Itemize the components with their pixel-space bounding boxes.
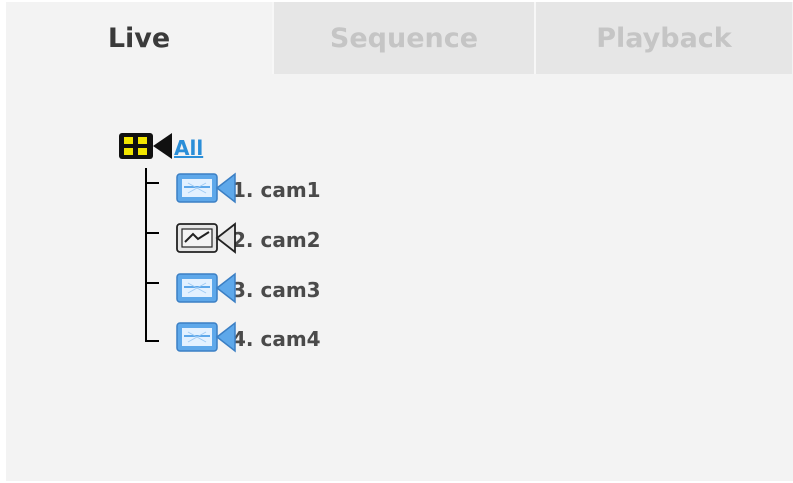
camera-online-icon [176, 271, 236, 309]
tree-vertical-line [145, 168, 147, 341]
camera-item-cam3[interactable]: 3. cam3 [176, 272, 321, 305]
camera-item-cam4[interactable]: 4. cam4 [176, 321, 321, 354]
multi-camera-icon [118, 132, 176, 164]
camera-offline-icon [176, 221, 236, 259]
tree-root-all[interactable]: All [118, 133, 203, 163]
camera-item-cam1[interactable]: 1. cam1 [176, 172, 321, 205]
tree-branch-line [145, 182, 159, 184]
camera-label[interactable]: 1. cam1 [232, 178, 321, 202]
tree-root-label[interactable]: All [174, 136, 203, 160]
camera-label[interactable]: 2. cam2 [232, 228, 321, 252]
camera-label[interactable]: 4. cam4 [232, 327, 321, 351]
camera-item-cam2[interactable]: 2. cam2 [176, 222, 321, 255]
camera-panel: Live Sequence Playback All 1. cam1 2. ca… [6, 2, 793, 481]
tree-branch-line [145, 232, 159, 234]
camera-label[interactable]: 3. cam3 [232, 278, 321, 302]
tree-branch-line [145, 282, 159, 284]
camera-online-icon [176, 320, 236, 358]
camera-tree: All 1. cam1 2. cam2 3. cam3 4. cam4 [6, 2, 793, 481]
tree-branch-line [145, 340, 159, 342]
camera-online-icon [176, 171, 236, 209]
